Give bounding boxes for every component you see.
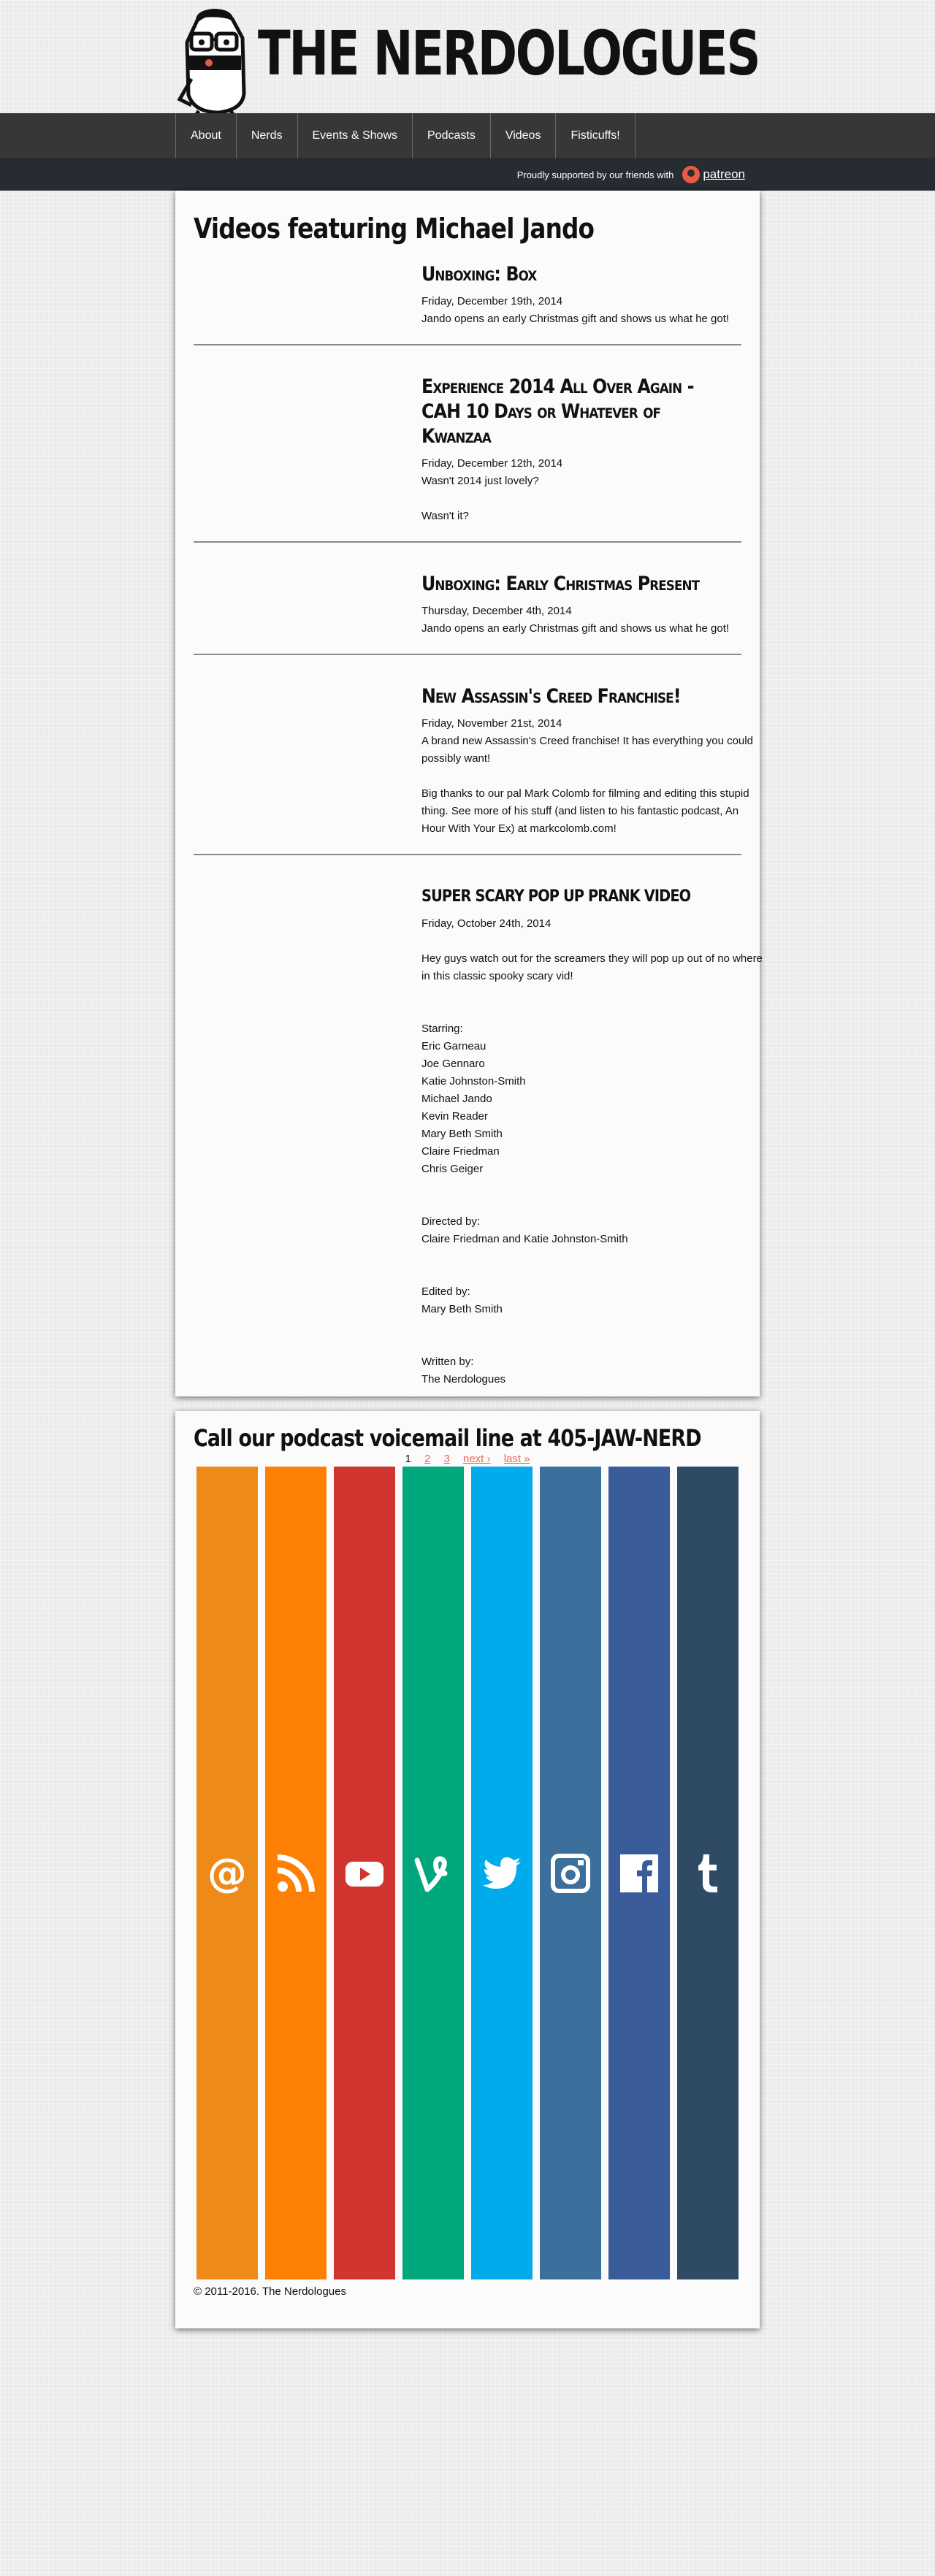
pager-next[interactable]: next › [463,1453,491,1465]
pager-page-3[interactable]: 3 [443,1453,449,1465]
video-desc-paragraph: Edited by: Mary Beth Smith [421,1285,503,1315]
patreon-link[interactable]: patreon [682,166,745,183]
video-title[interactable]: Unboxing: Box [421,262,724,287]
rss-icon [277,1854,315,1892]
nav-item-podcasts[interactable]: Podcasts [413,113,491,158]
social-facebook[interactable] [608,1467,670,2279]
video-item: New Assassin's Creed Franchise! Friday, … [194,677,753,855]
video-thumbnail[interactable] [194,884,421,1406]
email-icon: @ [207,1851,247,1895]
pager-page-2[interactable]: 2 [424,1453,430,1465]
video-title[interactable]: Experience 2014 All Over Again - CAH 10 … [421,375,724,449]
video-desc-paragraph: Wasn't it? [421,510,469,522]
voicemail-title: Call our podcast voicemail line at 405-J… [194,1424,702,1452]
social-tumblr[interactable] [677,1467,739,2279]
social-twitter[interactable] [471,1467,533,2279]
social-youtube[interactable] [334,1467,395,2279]
nav-item-events-shows[interactable]: Events & Shows [298,113,413,158]
patreon-brand: patreon [703,167,745,181]
video-description: Hey guys watch out for the screamers the… [421,933,765,1406]
social-instagram[interactable] [540,1467,601,2279]
video-description: A brand new Assassin's Creed franchise! … [421,733,765,838]
social-links: @ [196,1467,739,2279]
nav-item-fisticuffs[interactable]: Fisticuffs! [556,113,636,158]
video-date: Friday, October 24th, 2014 [421,917,552,930]
video-description: Jando opens an early Christmas gift and … [421,310,765,328]
video-desc-paragraph: Jando opens an early Christmas gift and … [421,622,730,635]
video-date: Friday, November 21st, 2014 [421,717,562,730]
footer-card: Call our podcast voicemail line at 405-J… [175,1411,760,2328]
video-desc-paragraph: Wasn't 2014 just lovely? [421,475,539,487]
video-desc-paragraph: Written by: The Nerdologues [421,1356,506,1386]
twitter-icon [483,1857,521,1889]
patreon-bar: Proudly supported by our friends with pa… [0,158,935,191]
nav-item-about[interactable]: About [176,113,237,158]
video-desc-paragraph: Directed by: Claire Friedman and Katie J… [421,1215,628,1245]
instagram-icon [551,1853,590,1893]
video-desc-paragraph: Big thanks to our pal Mark Colomb for fi… [421,787,749,835]
video-desc-paragraph: Jando opens an early Christmas gift and … [421,313,730,325]
video-desc-paragraph: A brand new Assassin's Creed franchise! … [421,735,753,765]
video-item: Experience 2014 All Over Again - CAH 10 … [194,367,741,543]
vine-icon [414,1856,448,1892]
pager-last[interactable]: last » [504,1453,530,1465]
video-item: Unboxing: Early Christmas Present Thursd… [194,565,741,655]
social-vine[interactable] [402,1467,464,2279]
video-thumbnail[interactable] [194,684,421,838]
video-desc-paragraph: Starring: Eric Garneau Joe Gennaro Katie… [421,1023,526,1175]
video-item: Unboxing: Box Friday, December 19th, 201… [194,255,741,345]
video-date: Friday, December 12th, 2014 [421,457,563,470]
page-title: Videos featuring Michael Jando [194,213,595,245]
social-email[interactable]: @ [196,1467,258,2279]
svg-text:@: @ [207,1851,247,1895]
video-thumbnail[interactable] [194,262,421,328]
main-nav: About Nerds Events & Shows Podcasts Vide… [0,113,935,158]
nav-item-videos[interactable]: Videos [491,113,557,158]
patreon-text: Proudly supported by our friends with [516,169,674,180]
patreon-icon [682,166,701,183]
video-date: Thursday, December 4th, 2014 [421,605,572,617]
copyright: © 2011-2016. The Nerdologues [194,2285,346,2298]
video-date: Friday, December 19th, 2014 [421,295,563,307]
video-desc-paragraph: Hey guys watch out for the screamers the… [421,952,763,982]
videos-card: Videos featuring Michael Jando Unboxing:… [175,191,763,1465]
mascot-logo [177,9,246,115]
facebook-icon [620,1854,658,1892]
video-thumbnail[interactable] [194,572,421,638]
site-header: THE NERDOLOGUES [175,0,761,115]
site-logo-link[interactable]: THE NERDOLOGUES [175,6,901,115]
youtube-icon [346,1861,383,1887]
video-title[interactable]: SUPER SCARY POP UP PRANK VIDEO [421,884,724,909]
video-description: Jando opens an early Christmas gift and … [421,620,765,638]
video-title[interactable]: New Assassin's Creed Franchise! [421,684,724,709]
pager-current: 1 [405,1453,411,1465]
site-title: THE NERDOLOGUES [258,18,761,89]
tumblr-icon [698,1854,717,1892]
video-thumbnail[interactable] [194,375,421,525]
video-title[interactable]: Unboxing: Early Christmas Present [421,572,724,597]
nav-item-nerds[interactable]: Nerds [237,113,298,158]
social-rss[interactable] [265,1467,327,2279]
video-item: SUPER SCARY POP UP PRANK VIDEO Friday, O… [194,877,763,1423]
video-description: Wasn't 2014 just lovely? Wasn't it? [421,473,765,525]
